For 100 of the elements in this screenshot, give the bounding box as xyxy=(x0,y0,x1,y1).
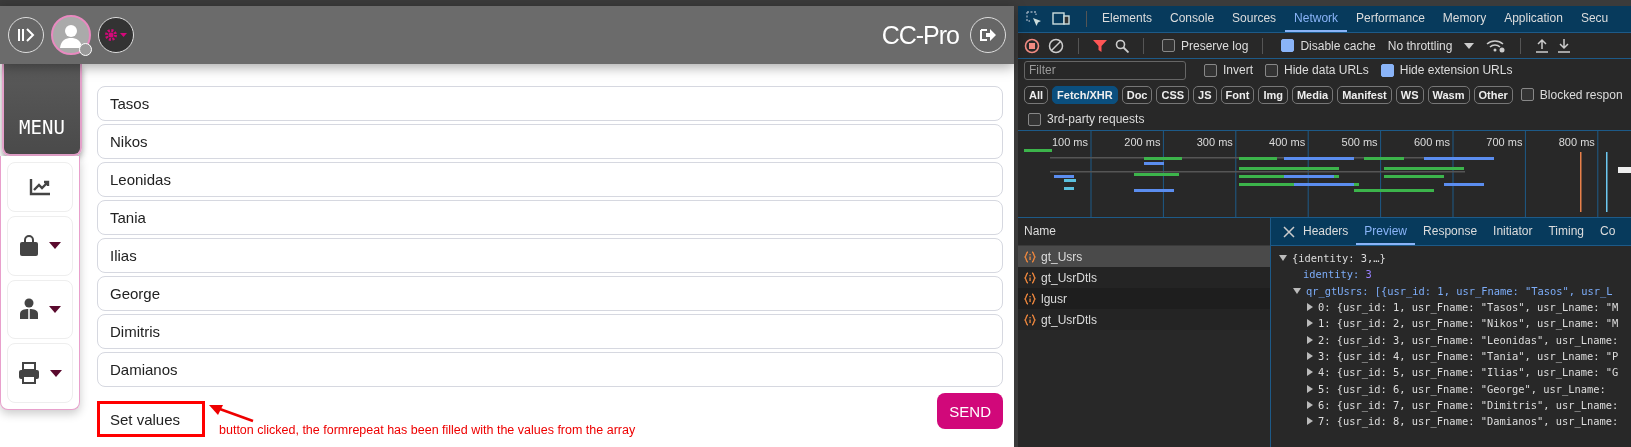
preview-key: identity: xyxy=(1303,268,1360,281)
name-field[interactable]: Tasos xyxy=(97,86,1003,121)
menu-button[interactable]: MENU xyxy=(2,64,82,156)
type-filter-chip[interactable]: Manifest xyxy=(1337,85,1392,104)
sidebar-item[interactable] xyxy=(7,343,73,403)
request-row[interactable]: gt_Usrs xyxy=(1018,246,1270,267)
name-field[interactable]: Damianos xyxy=(97,352,1003,387)
detail-tab[interactable]: Response xyxy=(1415,218,1486,245)
request-row[interactable]: gt_UsrDtls xyxy=(1018,267,1270,288)
sidebar-item[interactable] xyxy=(7,162,73,212)
devtools-tab[interactable]: Elements xyxy=(1093,6,1162,32)
caret-icon xyxy=(50,369,62,377)
timeline-tick-label: 300 ms xyxy=(1196,136,1233,148)
expand-triangle-icon[interactable] xyxy=(1279,255,1287,262)
wifi-settings-icon[interactable] xyxy=(1486,38,1507,53)
detail-tab[interactable]: Co xyxy=(1592,218,1624,245)
xhr-icon xyxy=(1024,250,1036,263)
name-field[interactable]: Ilias xyxy=(97,238,1003,273)
type-filter-chip[interactable]: Font xyxy=(1220,85,1255,104)
type-filter-chip[interactable]: Wasm xyxy=(1427,85,1470,104)
request-name: lgusr xyxy=(1041,291,1067,306)
preview-line: 6: {usr_id: 7, usr_Fname: "Dimitris", usr_Lname: xyxy=(1318,398,1619,411)
request-name: gt_Usrs xyxy=(1041,249,1083,264)
devtools-tab[interactable]: Secu xyxy=(1571,6,1618,32)
annotation-arrow xyxy=(207,403,255,423)
devtools-tab[interactable]: Memory xyxy=(1433,6,1496,32)
request-name: gt_UsrDtls xyxy=(1041,312,1097,327)
filter-option-checkbox[interactable]: Hide data URLs xyxy=(1265,63,1369,77)
blocked-responses-checkbox[interactable]: Blocked respon xyxy=(1520,87,1623,102)
search-icon[interactable] xyxy=(1115,38,1129,53)
name-field[interactable]: George xyxy=(97,276,1003,311)
logout-icon[interactable] xyxy=(970,17,1006,53)
filter-field[interactable]: Filter xyxy=(1024,60,1186,80)
type-filter-chip[interactable]: Img xyxy=(1258,85,1288,104)
settings-icon[interactable] xyxy=(98,17,134,53)
inspect-icon[interactable] xyxy=(1026,11,1042,27)
sidebar-item[interactable] xyxy=(7,279,73,340)
preview-line: 1: {usr_id: 2, usr_Fname: "Nikos", usr_Lname: "M xyxy=(1318,317,1619,330)
timeline-tick-label: 100 ms xyxy=(1051,136,1088,148)
disable-cache-checkbox[interactable]: Disable cache xyxy=(1281,38,1376,53)
record-icon[interactable] xyxy=(1024,37,1040,54)
expand-triangle-icon[interactable] xyxy=(1293,287,1301,294)
type-filter-chip[interactable]: JS xyxy=(1193,85,1217,104)
name-field[interactable]: Dimitris xyxy=(97,314,1003,349)
preview-line: qr_gtUsrs: [{usr_id: 1, usr_Fname: "Tasos", usr_L xyxy=(1306,284,1613,297)
timeline-tick-label: 200 ms xyxy=(1124,136,1161,148)
third-party-checkbox[interactable]: 3rd-party requests xyxy=(1028,112,1145,126)
detail-tab[interactable]: Preview xyxy=(1356,218,1416,245)
timeline-tick-label: 600 ms xyxy=(1413,136,1450,148)
type-filter-chip[interactable]: Fetch/XHR xyxy=(1052,85,1118,104)
preview-line: 0: {usr_id: 1, usr_Fname: "Tasos", usr_Lname: "M xyxy=(1318,301,1619,314)
sidebar-item[interactable] xyxy=(7,215,73,276)
detail-tab[interactable]: Timing xyxy=(1540,218,1592,245)
timeline-tick-label: 700 ms xyxy=(1486,136,1523,148)
filter-option-checkbox[interactable]: Hide extension URLs xyxy=(1380,63,1513,77)
filter-icon[interactable] xyxy=(1093,38,1107,53)
timeline-tick-label: 400 ms xyxy=(1269,136,1306,148)
name-field[interactable]: Leonidas xyxy=(97,162,1003,197)
devtools-tab[interactable]: Performance xyxy=(1347,6,1434,32)
close-icon[interactable] xyxy=(1283,225,1295,238)
caret-icon xyxy=(49,305,61,313)
set-values-button[interactable]: Set values xyxy=(97,401,205,437)
download-icon[interactable] xyxy=(1557,38,1572,53)
app-title: CC-Pro xyxy=(881,20,959,50)
preserve-log-checkbox[interactable]: Preserve log xyxy=(1162,38,1249,53)
detail-tab[interactable]: Headers xyxy=(1295,218,1357,245)
type-filter-chip[interactable]: WS xyxy=(1395,85,1424,104)
request-row[interactable]: gt_UsrDtls xyxy=(1018,309,1270,330)
preview-value: 3 xyxy=(1365,268,1372,281)
type-filter-chip[interactable]: Other xyxy=(1473,85,1513,104)
caret-icon xyxy=(49,242,61,250)
xhr-icon xyxy=(1024,271,1036,284)
upload-icon[interactable] xyxy=(1535,38,1550,53)
avatar-icon[interactable] xyxy=(51,15,91,55)
devtools-tab[interactable]: Application xyxy=(1495,6,1572,32)
type-filter-chip[interactable]: All xyxy=(1024,85,1049,104)
devtools-tab[interactable]: Console xyxy=(1161,6,1224,32)
filter-option-checkbox[interactable]: Invert xyxy=(1204,63,1253,77)
name-field[interactable]: Nikos xyxy=(97,124,1003,159)
type-filter-chip[interactable]: Media xyxy=(1291,85,1334,104)
preview-line: 2: {usr_id: 3, usr_Fname: "Leonidas", usr_Lname: xyxy=(1318,333,1619,346)
preview-line: 4: {usr_id: 5, usr_Fname: "Ilias", usr_Lname: "G xyxy=(1318,366,1619,379)
caret-icon xyxy=(1464,42,1475,49)
annotation-text: button clicked, the formrepeat has been filled with the values from the array xyxy=(219,423,636,437)
type-filter-chip[interactable]: CSS xyxy=(1156,85,1190,104)
devtools-tab[interactable]: Network xyxy=(1285,6,1348,32)
sidebar-toggle-icon[interactable] xyxy=(8,17,44,53)
clear-icon[interactable] xyxy=(1048,37,1064,54)
name-field[interactable]: Tania xyxy=(97,200,1003,235)
request-row[interactable]: lgusr xyxy=(1018,288,1270,309)
device-icon[interactable] xyxy=(1052,11,1070,27)
preview-line: {identity: 3,…} xyxy=(1292,252,1386,265)
detail-tab[interactable]: Initiator xyxy=(1485,218,1541,245)
throttling-dropdown[interactable]: No throttling xyxy=(1383,38,1479,53)
chart-icon xyxy=(29,177,51,196)
send-button[interactable]: SEND xyxy=(937,393,1003,429)
user-icon xyxy=(19,298,39,321)
printer-icon xyxy=(18,362,40,385)
type-filter-chip[interactable]: Doc xyxy=(1121,85,1153,104)
devtools-tab[interactable]: Sources xyxy=(1223,6,1286,32)
